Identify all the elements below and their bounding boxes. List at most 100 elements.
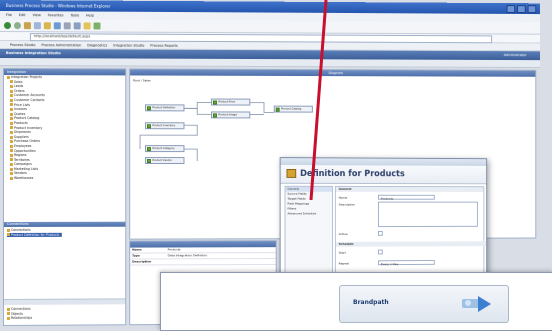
active-checkbox[interactable] [378, 231, 383, 236]
menu-edit[interactable]: Edit [19, 13, 26, 17]
definition-dialog: Definition for Products General Source F… [280, 157, 487, 288]
properties-grid: NameProductsTypeData Integration Definit… [130, 247, 276, 265]
diagram-node[interactable]: Product Inventory [145, 122, 184, 129]
folder-icon [10, 163, 13, 166]
diagram-node[interactable]: Product Image [211, 111, 250, 118]
property-value: Data Integration Definition [168, 253, 208, 258]
minimize-button[interactable] [507, 5, 516, 13]
diagram-node[interactable]: Product Category [145, 145, 184, 152]
dialog-nav: General Source Fields Target Fields Fiel… [285, 186, 333, 285]
property-value: Products [168, 247, 181, 252]
wizard-window: Brandpath [160, 272, 552, 331]
folder-icon [10, 158, 13, 161]
diagram-node[interactable]: Product Vendor [145, 157, 184, 164]
favorite-link[interactable]: Process Reports [150, 43, 177, 47]
menu-favorites[interactable]: Favorites [48, 13, 64, 17]
folder-icon [10, 149, 13, 152]
folder-icon [10, 126, 13, 129]
start-label: Start [339, 251, 346, 255]
section-schedule: Schedule [336, 241, 486, 247]
project-tree-pane: Integration Integration ProjectsSalesLea… [3, 68, 126, 326]
property-key: Description [130, 259, 168, 264]
favorite-link[interactable]: Integration Studio [113, 43, 144, 47]
repeat-select[interactable]: Every 1 Day [378, 260, 435, 265]
refresh-icon[interactable] [54, 22, 61, 29]
folder-icon [10, 103, 13, 106]
arrow-logo-icon [460, 292, 494, 316]
name-value: Products [381, 196, 393, 200]
menu-view[interactable]: View [33, 13, 41, 17]
folder-icon[interactable] [24, 22, 31, 29]
folder-icon [10, 113, 13, 116]
folder-icon [10, 136, 13, 139]
bottom-item[interactable]: Relationships [7, 316, 32, 321]
favorite-link[interactable]: Process Studio [10, 43, 35, 47]
window-title: Business Process Studio - Windows Intern… [6, 3, 110, 9]
tree-item-selected[interactable]: Product Definition for Products [7, 232, 62, 237]
node-icon [147, 106, 151, 110]
connections-header: Connections [4, 222, 125, 227]
print-icon[interactable] [74, 22, 81, 29]
search-icon[interactable] [34, 22, 41, 29]
name-field[interactable]: Products [378, 195, 435, 200]
folder-icon [10, 154, 13, 157]
forward-icon[interactable] [14, 22, 21, 29]
folder-icon [10, 99, 13, 102]
bottom-list: Connections Objects Relationships [7, 307, 32, 321]
diagram-node[interactable]: Product Price [211, 99, 250, 106]
folder-icon [10, 94, 13, 97]
project-tree: Integration ProjectsSalesLeadsOrdersCust… [4, 75, 125, 181]
dialog-nav-item[interactable]: Advanced Schedule [286, 211, 333, 216]
connector [184, 102, 211, 108]
folder-icon [10, 140, 13, 143]
menu-tools[interactable]: Tools [70, 13, 79, 17]
folder-icon [10, 80, 13, 83]
wizard-banner: Brandpath [339, 285, 509, 323]
object-icon [7, 312, 10, 315]
messenger-icon[interactable] [94, 22, 101, 29]
favorite-link[interactable]: Diagnostics [87, 43, 107, 47]
folder-icon [10, 108, 13, 111]
property-key: Name [130, 247, 168, 252]
folder-icon [10, 177, 13, 180]
folder-icon [10, 145, 13, 148]
dialog-form: General Name Products Description Active… [335, 186, 484, 284]
folder-icon [7, 76, 10, 79]
folder-icon [10, 172, 13, 175]
folder-icon [10, 168, 13, 171]
favorites-icon[interactable] [44, 22, 51, 29]
connector [184, 108, 211, 114]
dialog-title: Definition for Products [300, 169, 405, 179]
back-icon[interactable] [4, 22, 11, 29]
description-field[interactable] [378, 202, 478, 227]
start-radio[interactable] [378, 250, 383, 255]
folder-icon [10, 131, 13, 134]
folder-icon [10, 85, 13, 88]
definition-icon [7, 233, 10, 236]
repeat-label: Repeat [339, 261, 349, 265]
tree-item[interactable]: Warehouses [7, 176, 125, 181]
name-label: Name [339, 196, 348, 200]
node-icon [213, 100, 217, 104]
close-button[interactable] [528, 5, 537, 13]
maximize-button[interactable] [517, 5, 526, 13]
edit-icon[interactable] [84, 22, 91, 29]
section-general: General [336, 187, 484, 192]
user-name[interactable]: Administrator [504, 53, 527, 57]
menu-help[interactable]: Help [86, 13, 94, 17]
diagram-node[interactable]: Product Catalog [274, 106, 313, 113]
diagram-node[interactable]: Product Definition [145, 104, 184, 111]
mail-icon[interactable] [64, 22, 71, 29]
favorite-link[interactable]: Process Administration [41, 43, 81, 47]
menu-file[interactable]: File [6, 13, 12, 17]
description-label: Description [339, 203, 355, 207]
address-url: http://localhost/bps/default.aspx [34, 34, 90, 38]
window-controls [507, 5, 537, 13]
repeat-value: Every 1 Day [381, 262, 398, 266]
connector [250, 103, 273, 113]
folder-icon [10, 122, 13, 125]
node-icon [147, 147, 151, 151]
connection-icon [7, 308, 10, 311]
property-row[interactable]: Description [130, 259, 276, 265]
folder-icon [10, 117, 13, 120]
